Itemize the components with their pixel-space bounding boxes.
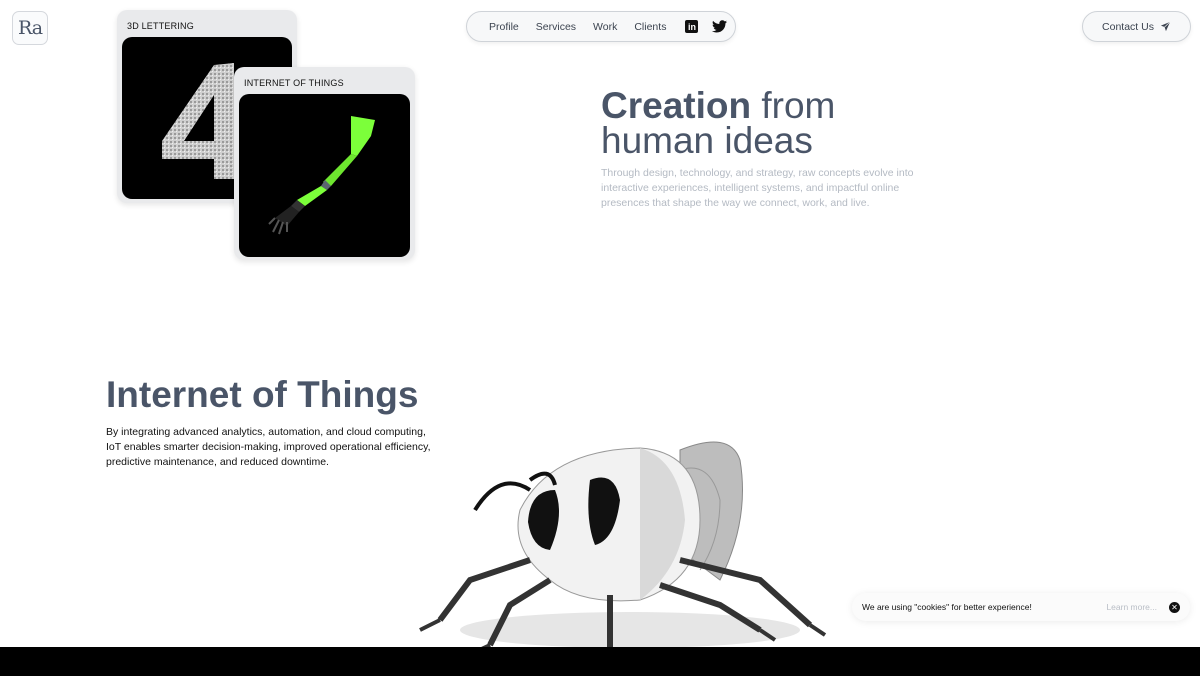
close-icon[interactable]: ✕ xyxy=(1169,601,1180,613)
logo[interactable]: Ra xyxy=(12,11,48,45)
social-links: in xyxy=(685,20,728,33)
robot-arm-image xyxy=(268,116,375,235)
nav-item-clients[interactable]: Clients xyxy=(634,21,666,33)
cookie-text: We are using "cookies" for better experi… xyxy=(862,602,1032,612)
twitter-icon[interactable] xyxy=(712,20,728,33)
top-nav: Profile Services Work Clients in xyxy=(466,11,736,42)
nav-item-profile[interactable]: Profile xyxy=(489,21,519,33)
robot-beetle-image xyxy=(419,441,827,654)
hero-title-line2: human ideas xyxy=(601,120,813,161)
card-label: INTERNET OF THINGS xyxy=(244,78,344,88)
cookie-learn-more-link[interactable]: Learn more... xyxy=(1106,602,1157,612)
cookie-banner: We are using "cookies" for better experi… xyxy=(852,593,1190,621)
contact-us-label: Contact Us xyxy=(1102,20,1154,33)
card-media-robot-arm xyxy=(239,94,410,257)
nav-item-work[interactable]: Work xyxy=(593,21,617,33)
hero-title: Creation from human ideas xyxy=(601,87,961,161)
paper-plane-icon xyxy=(1160,21,1171,32)
card-label: 3D LETTERING xyxy=(127,21,194,31)
nav-item-services[interactable]: Services xyxy=(536,21,576,33)
card-internet-of-things[interactable]: INTERNET OF THINGS xyxy=(234,67,415,260)
contact-us-button[interactable]: Contact Us xyxy=(1082,11,1191,42)
hero-description: Through design, technology, and strategy… xyxy=(601,167,914,209)
iot-title: Internet of Things xyxy=(106,374,419,415)
bottom-bar xyxy=(0,647,1200,676)
linkedin-icon[interactable]: in xyxy=(685,20,699,33)
